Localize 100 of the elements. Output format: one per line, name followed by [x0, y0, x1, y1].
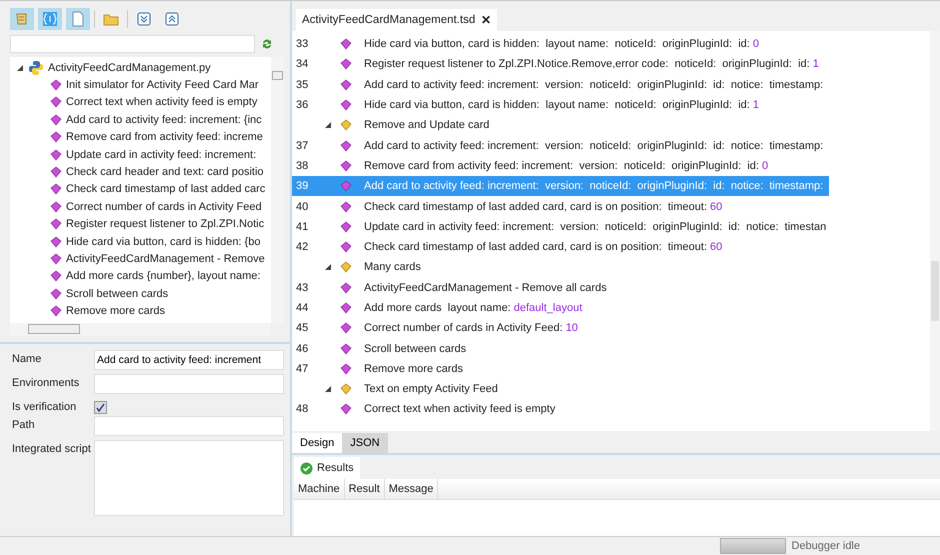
- tree-item[interactable]: Check card timestamp of last added carc: [66, 183, 266, 196]
- tree-item[interactable]: Register request listener to Zpl.ZPI.Notic: [66, 218, 264, 230]
- line-number: 47: [296, 362, 310, 375]
- line-number: 40: [296, 200, 310, 213]
- tree-item[interactable]: Correct number of cards in Activity Feed: [66, 200, 262, 213]
- document-toolbar-button[interactable]: [66, 8, 90, 30]
- document-icon: [70, 11, 86, 27]
- step-row[interactable]: Remove and Update card: [292, 115, 822, 136]
- tree-item[interactable]: Init simulator for Activity Feed Card Mar: [66, 79, 259, 92]
- step-gem-icon: [340, 282, 352, 294]
- step-gem-icon: [50, 288, 62, 300]
- verification-checkbox[interactable]: [94, 401, 107, 414]
- step-row[interactable]: 48 Correct text when activity feed is empty: [292, 399, 822, 420]
- step-text: ActivityFeedCardManagement - Remove all cards: [364, 282, 607, 294]
- step-row[interactable]: 37 Add card to activity feed: increment: version: noticeId: originPluginId: id: notice: timestamp:: [292, 135, 830, 156]
- tree-item[interactable]: Correct text when activity feed is empty: [66, 96, 258, 108]
- step-gem-icon: [340, 302, 352, 314]
- step-row[interactable]: 36 Hide card via button, card is hidden: layout name: noticeId: originPluginId: id: 1: [292, 94, 822, 116]
- search-field[interactable]: [10, 35, 255, 53]
- step-text: Check card timestamp of last added card, card is on position: timeout:: [364, 200, 707, 213]
- step-value: default_layout: [514, 302, 582, 314]
- step-text: Remove card from activity feed: increment: version: noticeId: originPluginId: id:: [364, 160, 759, 172]
- line-number: 39: [296, 180, 310, 192]
- step-row[interactable]: Text on empty Activity Feed: [292, 379, 822, 400]
- tree-item[interactable]: Remove card from activity feed: increme: [66, 131, 263, 144]
- tree-item[interactable]: Update card in activity feed: increment:: [66, 148, 256, 161]
- step-row[interactable]: 43 ActivityFeedCardManagement - Remove all cards: [292, 278, 822, 298]
- step-value: 1: [752, 99, 759, 112]
- column-header[interactable]: Machine: [294, 479, 345, 499]
- property-label: Is verification: [12, 400, 78, 413]
- step-row[interactable]: 45 Correct number of cards in Activity Feed: 10: [292, 318, 822, 338]
- group-gem-icon: [340, 261, 352, 274]
- step-gem-icon: [50, 131, 62, 144]
- step-gem-icon: [340, 322, 352, 334]
- braces-toolbar-button[interactable]: [38, 8, 62, 30]
- step-gem-icon: [340, 200, 352, 213]
- property-field[interactable]: [94, 374, 284, 394]
- status-text: Debugger idle: [792, 540, 860, 552]
- step-row[interactable]: 33 Hide card via button, card is hidden: layout name: noticeId: originPluginId: id: 0: [292, 34, 822, 54]
- step-row[interactable]: 34 Register request listener to Zpl.ZPI.Notice.Remove,error code: noticeId: originPluginId: id: 1: [292, 54, 825, 75]
- script-toolbar-button[interactable]: [10, 8, 34, 30]
- step-gem-icon: [340, 38, 352, 50]
- step-row[interactable]: 41 Update card in activity feed: increment: version: noticeId: originPluginId: id: notice: timestan: [292, 216, 832, 237]
- step-gem-icon: [340, 403, 352, 416]
- step-row[interactable]: 47 Remove more cards: [292, 358, 822, 380]
- horizontal-scrollbar[interactable]: [10, 323, 271, 336]
- step-row[interactable]: 38 Remove card from activity feed: increment: version: noticeId: originPluginId: id: 0: [292, 156, 822, 176]
- results-tab[interactable]: Results: [294, 457, 360, 479]
- step-gem-icon: [50, 96, 62, 108]
- tree-item[interactable]: Check card header and text: card positio: [66, 166, 264, 178]
- step-row[interactable]: Many cards: [292, 257, 822, 278]
- step-text: Hide card via button, card is hidden: layout name: noticeId: originPluginId: id:: [364, 99, 750, 112]
- view-tab[interactable]: Design: [292, 433, 342, 453]
- property-field[interactable]: Add card to activity feed: increment: [94, 350, 284, 370]
- tree-item[interactable]: ActivityFeedCardManagement - Remove: [66, 252, 265, 265]
- group-gem-icon: [340, 383, 352, 396]
- step-row[interactable]: 46 Scroll between cards: [292, 338, 822, 359]
- step-text: Remove more cards: [364, 362, 464, 375]
- step-gem-icon: [340, 160, 352, 172]
- property-label: Environments: [12, 376, 80, 389]
- step-text: Add card to activity feed: increment: version: noticeId: originPluginId: id: notice: timestamp:: [364, 180, 824, 192]
- vertical-scrollbar[interactable]: [271, 57, 284, 323]
- script-field[interactable]: [94, 440, 284, 516]
- step-gem-icon: [50, 305, 62, 318]
- step-text: Correct number of cards in Activity Feed:: [364, 322, 563, 334]
- tree-item[interactable]: Remove more cards: [66, 305, 166, 318]
- property-label: Integrated script: [12, 442, 92, 455]
- expanded-triangle-icon[interactable]: [324, 385, 332, 394]
- check-circle-icon: [300, 462, 313, 474]
- step-gem-icon: [50, 218, 62, 230]
- vertical-scrollbar[interactable]: [930, 31, 940, 431]
- line-number: 37: [296, 140, 310, 152]
- expanded-triangle-icon[interactable]: [16, 64, 24, 72]
- close-icon[interactable]: ✕: [481, 13, 492, 27]
- expanded-triangle-icon[interactable]: [324, 121, 332, 130]
- column-header[interactable]: Message: [384, 479, 438, 499]
- file-tab[interactable]: ActivityFeedCardManagement.tsd ✕: [296, 9, 498, 31]
- expanded-triangle-icon[interactable]: [324, 263, 332, 272]
- tree-item[interactable]: Scroll between cards: [66, 288, 168, 300]
- column-header[interactable]: Result: [344, 479, 385, 499]
- refresh-icon[interactable]: [261, 38, 273, 50]
- step-gem-icon: [340, 362, 352, 375]
- property-field[interactable]: [94, 416, 284, 436]
- tree-item[interactable]: Add more cards {number}, layout name:: [66, 270, 260, 282]
- step-gem-icon: [50, 236, 62, 248]
- step-row[interactable]: 42 Check card timestamp of last added card, card is on position: timeout: 60: [292, 236, 822, 258]
- step-row[interactable]: 44 Add more cards layout name: default_layout: [292, 298, 822, 318]
- step-gem-icon: [50, 200, 62, 213]
- view-tab[interactable]: JSON: [342, 433, 388, 453]
- tree-item[interactable]: ActivityFeedCardManagement.py: [48, 62, 211, 74]
- step-text: Text on empty Activity Feed: [364, 383, 498, 396]
- tree-item[interactable]: Hide card via button, card is hidden: {bo: [66, 236, 260, 248]
- step-row[interactable]: 40 Check card timestamp of last added card, card is on position: timeout: 60: [292, 196, 822, 217]
- step-row[interactable]: 35 Add card to activity feed: increment: version: noticeId: originPluginId: id: notice: timestamp:: [292, 74, 830, 95]
- tree-item[interactable]: Add card to activity feed: increment: {inc: [66, 114, 262, 126]
- group-gem-icon: [340, 119, 352, 132]
- braces-icon: [42, 11, 58, 27]
- step-value: 0: [752, 38, 759, 50]
- step-value: 60: [710, 200, 722, 213]
- collapse-icon: [164, 11, 180, 27]
